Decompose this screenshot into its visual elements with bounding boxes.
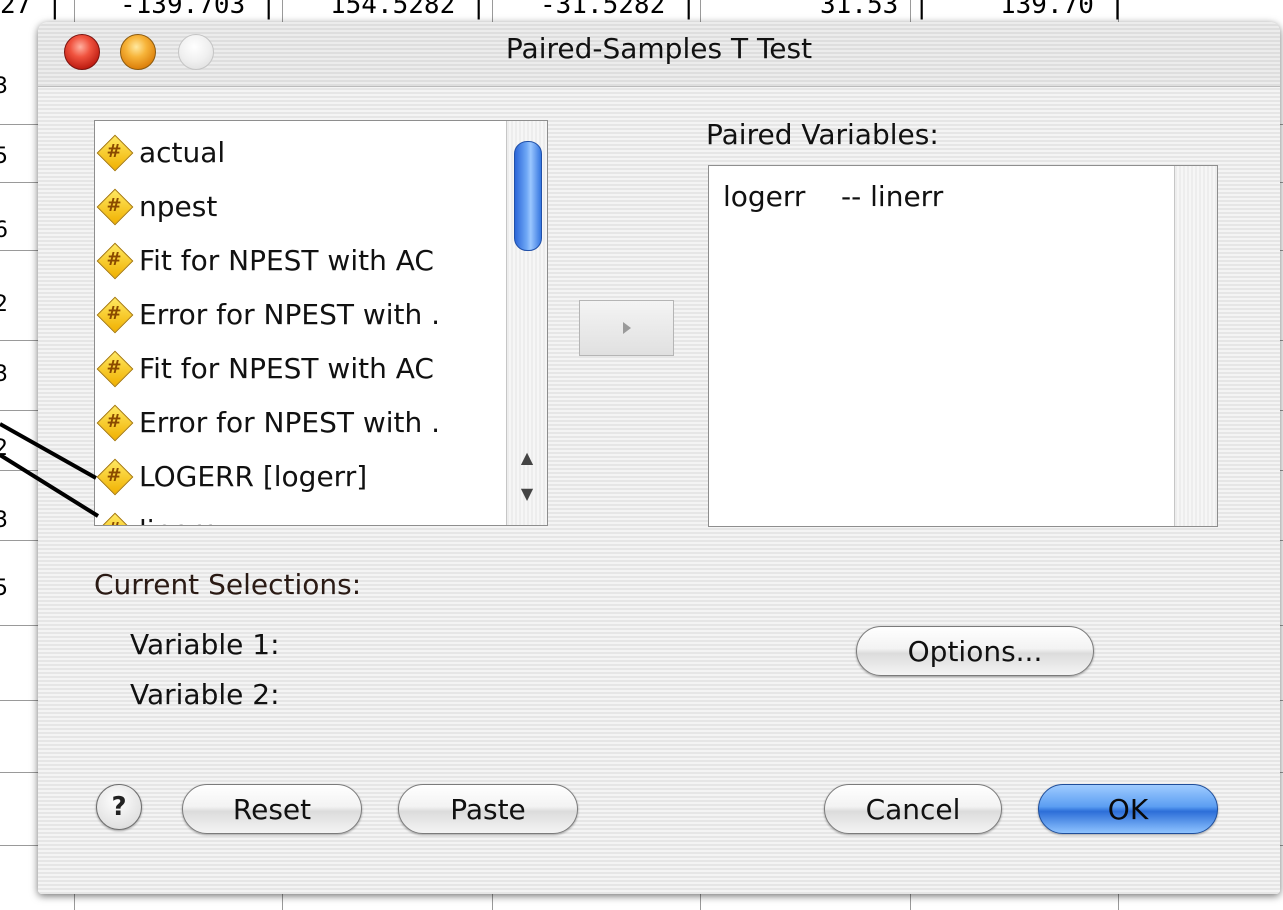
paired-variables-list[interactable]: logerr -- linerr (708, 165, 1218, 527)
numeric-variable-icon: # (96, 404, 134, 442)
list-item-label: LOGERR [logerr] (139, 459, 368, 493)
header-cell: -139.703 | (120, 0, 277, 20)
header-cell: 139.70 | (1000, 0, 1126, 20)
list-item[interactable]: # npest (96, 179, 218, 233)
numeric-variable-icon: # (96, 134, 134, 172)
list-item[interactable]: # linerr (96, 503, 212, 526)
row-label: 3 (0, 74, 8, 99)
source-variable-list[interactable]: # actual # npest # Fit for NPEST with AC… (94, 120, 548, 526)
title-bar[interactable]: Paired-Samples T Test (38, 22, 1280, 87)
paste-button[interactable]: Paste (398, 784, 578, 834)
row-label: 2 (0, 292, 8, 317)
cancel-button[interactable]: Cancel (824, 784, 1002, 834)
list-item[interactable]: # Fit for NPEST with AC (96, 341, 434, 395)
move-variables-button[interactable] (579, 300, 674, 356)
row-label: 3 (0, 508, 8, 533)
numeric-variable-icon: # (96, 296, 134, 334)
scroll-thumb[interactable] (514, 141, 542, 251)
variable-1-label: Variable 1: (130, 628, 280, 661)
scroll-up-arrow-icon[interactable]: ▲ (507, 443, 547, 473)
current-selections-label: Current Selections: (94, 568, 362, 601)
numeric-variable-icon: # (96, 188, 134, 226)
numeric-variable-icon: # (96, 458, 134, 496)
list-item-label: Fit for NPEST with AC (139, 243, 434, 277)
header-cell: 27 | (0, 0, 63, 20)
header-cell: 31.53 | (820, 0, 930, 20)
numeric-variable-icon: # (96, 242, 134, 280)
row-label: 3 (0, 362, 8, 387)
help-button[interactable]: ? (96, 784, 142, 830)
ok-button[interactable]: OK (1038, 784, 1218, 834)
header-cell: 154.5282 | (330, 0, 487, 20)
row-label: 5 (0, 144, 8, 169)
list-item-label: Error for NPEST with . (139, 297, 441, 331)
paired-variables-label: Paired Variables: (706, 118, 939, 151)
list-item-label: linerr (139, 514, 212, 526)
options-button[interactable]: Options... (856, 626, 1094, 676)
scroll-down-arrow-icon[interactable]: ▼ (507, 479, 547, 509)
list-item-label: actual (139, 135, 226, 169)
window-title: Paired-Samples T Test (505, 32, 813, 65)
list-item[interactable]: # actual (96, 125, 226, 179)
list-item[interactable]: # Error for NPEST with . (96, 395, 441, 449)
list-item-label: npest (139, 189, 218, 223)
list-item[interactable]: # LOGERR [logerr] (96, 449, 368, 503)
paired-samples-dialog: Paired-Samples T Test # actual # npest #… (38, 22, 1280, 894)
paired-list-scrollbar[interactable] (1174, 166, 1217, 526)
numeric-variable-icon: # (96, 512, 134, 525)
variable-2-label: Variable 2: (130, 678, 280, 711)
list-item-label: Fit for NPEST with AC (139, 351, 434, 385)
list-item[interactable]: # Error for NPEST with . (96, 287, 441, 341)
row-label: 2 (0, 436, 8, 461)
list-item-label: Error for NPEST with . (139, 405, 441, 439)
source-list-scrollbar[interactable]: ▲ ▼ (506, 121, 547, 525)
row-label: 5 (0, 576, 8, 601)
numeric-variable-icon: # (96, 350, 134, 388)
reset-button[interactable]: Reset (182, 784, 362, 834)
paired-variable-row[interactable]: logerr -- linerr (723, 180, 943, 213)
header-cell: -31.5282 | (540, 0, 697, 20)
row-label: 6 (0, 218, 8, 243)
list-item[interactable]: # Fit for NPEST with AC (96, 233, 434, 287)
arrow-right-icon (623, 322, 631, 334)
